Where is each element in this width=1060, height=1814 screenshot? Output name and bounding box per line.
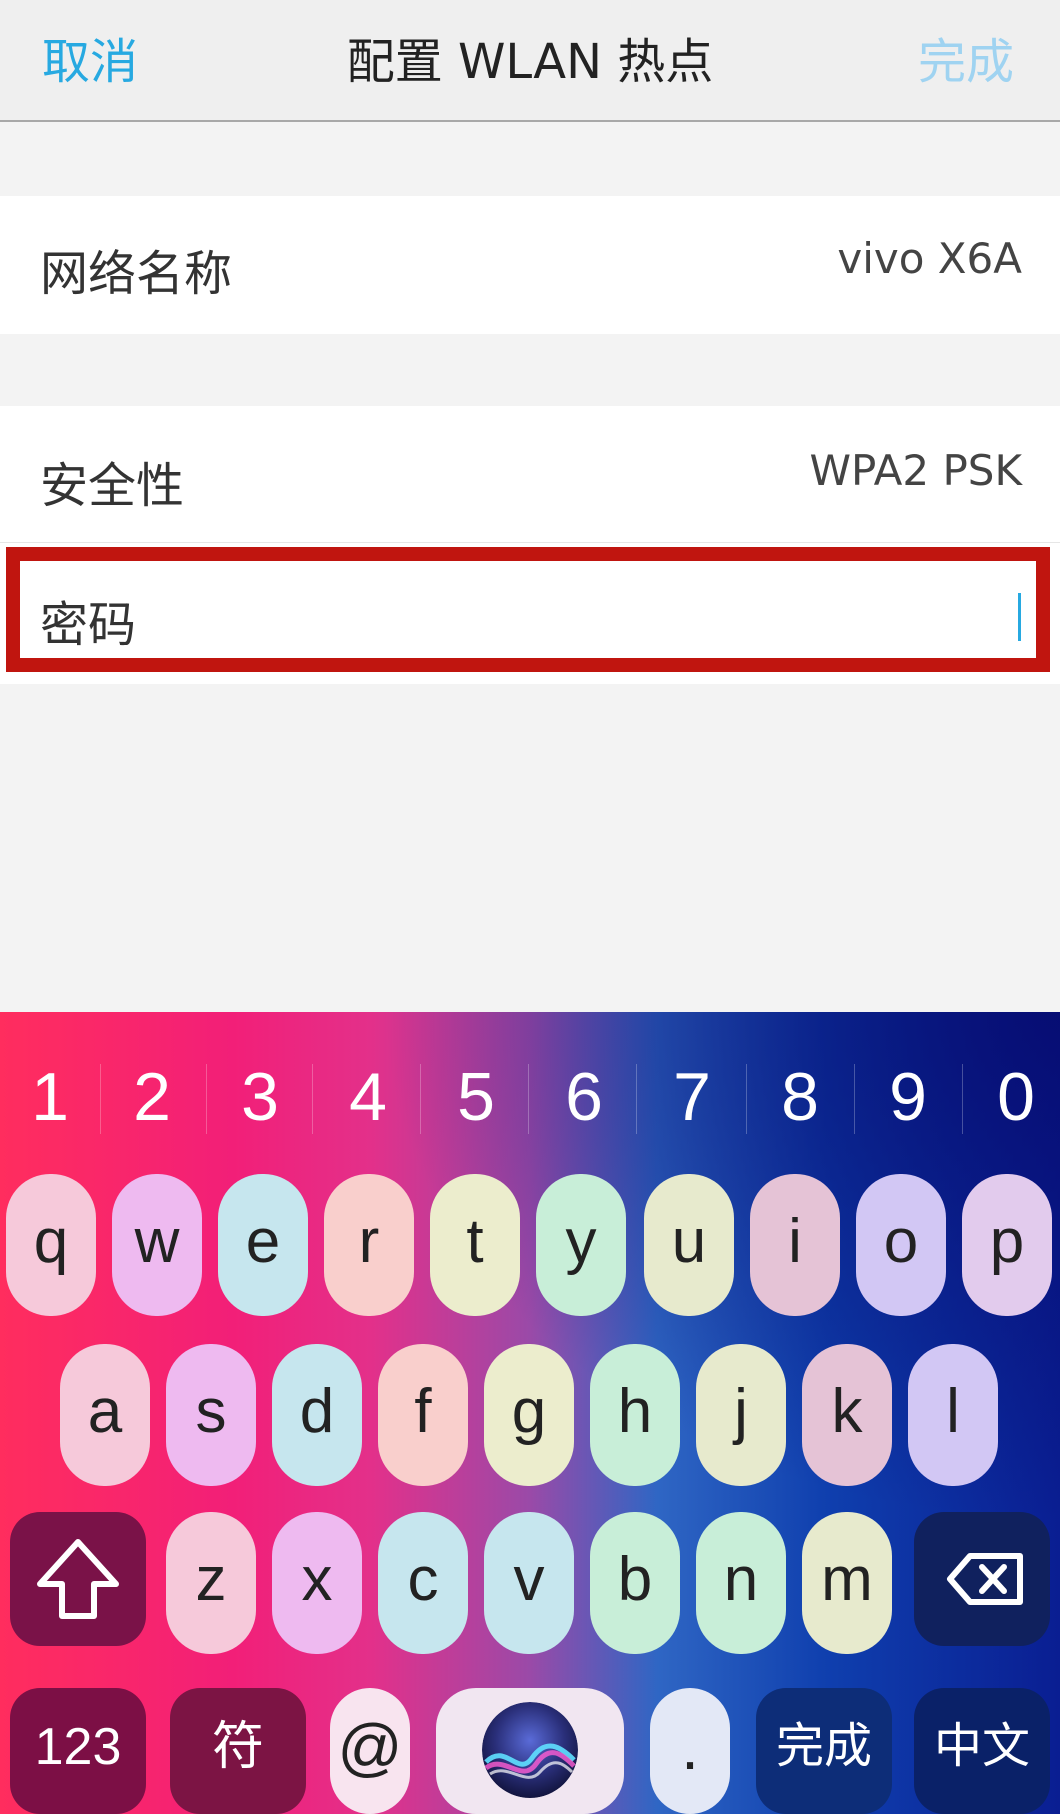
password-label: 密码 [40,597,137,653]
security-row[interactable]: 安全性 WPA2 PSK [0,406,1060,542]
language-switch-key[interactable]: 中文 [914,1688,1050,1814]
key-9[interactable]: 9 [858,1042,958,1152]
number-separator [636,1064,637,1134]
key-z[interactable]: z [166,1512,256,1654]
navigation-bar: 取消 配置 WLAN 热点 完成 [0,0,1060,122]
key-f[interactable]: f [378,1344,468,1486]
key-e[interactable]: e [218,1174,308,1316]
key-i[interactable]: i [750,1174,840,1316]
password-input[interactable] [170,587,1030,643]
key-s[interactable]: s [166,1344,256,1486]
shift-key[interactable] [10,1512,146,1646]
key-y[interactable]: y [536,1174,626,1316]
key-6[interactable]: 6 [534,1042,634,1152]
network-name-row[interactable]: 网络名称 vivo X6A [0,196,1060,334]
key-r[interactable]: r [324,1174,414,1316]
number-separator [420,1064,421,1134]
security-label: 安全性 [40,458,185,514]
key-3[interactable]: 3 [210,1042,310,1152]
key-t[interactable]: t [430,1174,520,1316]
key-8[interactable]: 8 [750,1042,850,1152]
number-separator [312,1064,313,1134]
number-row: 1 2 3 4 5 6 7 8 9 0 [0,1042,1060,1152]
key-5[interactable]: 5 [426,1042,526,1152]
password-row[interactable]: 密码 [0,542,1060,684]
key-w[interactable]: w [112,1174,202,1316]
security-value: WPA2 PSK [809,446,1022,495]
number-separator [528,1064,529,1134]
text-caret [1018,593,1021,641]
key-a[interactable]: a [60,1344,150,1486]
number-separator [100,1064,101,1134]
shift-arrow-icon [37,1539,119,1619]
key-2[interactable]: 2 [102,1042,202,1152]
key-m[interactable]: m [802,1512,892,1654]
key-j[interactable]: j [696,1344,786,1486]
number-separator [962,1064,963,1134]
keyboard: 1 2 3 4 5 6 7 8 9 0 q w e r t y u i o p … [0,1012,1060,1814]
key-l[interactable]: l [908,1344,998,1486]
key-n[interactable]: n [696,1512,786,1654]
number-separator [746,1064,747,1134]
key-o[interactable]: o [856,1174,946,1316]
numbers-mode-key[interactable]: 123 [10,1688,146,1814]
key-u[interactable]: u [644,1174,734,1316]
period-key[interactable]: . [650,1688,730,1814]
key-v[interactable]: v [484,1512,574,1654]
delete-key[interactable] [914,1512,1050,1646]
key-k[interactable]: k [802,1344,892,1486]
key-c[interactable]: c [378,1512,468,1654]
key-0[interactable]: 0 [966,1042,1060,1152]
key-h[interactable]: h [590,1344,680,1486]
siri-icon [482,1702,578,1798]
page-title: 配置 WLAN 热点 [346,34,714,90]
key-x[interactable]: x [272,1512,362,1654]
keyboard-done-key[interactable]: 完成 [756,1688,892,1814]
backspace-icon [947,1553,1023,1605]
network-name-label: 网络名称 [40,246,233,302]
key-b[interactable]: b [590,1512,680,1654]
number-separator [206,1064,207,1134]
key-4[interactable]: 4 [318,1042,418,1152]
key-1[interactable]: 1 [0,1042,100,1152]
number-separator [854,1064,855,1134]
key-p[interactable]: p [962,1174,1052,1316]
done-button[interactable]: 完成 [918,22,1014,92]
at-key[interactable]: @ [330,1688,410,1814]
voice-input-key[interactable] [436,1688,624,1814]
network-name-value: vivo X6A [837,234,1022,283]
key-q[interactable]: q [6,1174,96,1316]
key-g[interactable]: g [484,1344,574,1486]
key-d[interactable]: d [272,1344,362,1486]
key-7[interactable]: 7 [642,1042,742,1152]
symbols-key[interactable]: 符 [170,1688,306,1814]
